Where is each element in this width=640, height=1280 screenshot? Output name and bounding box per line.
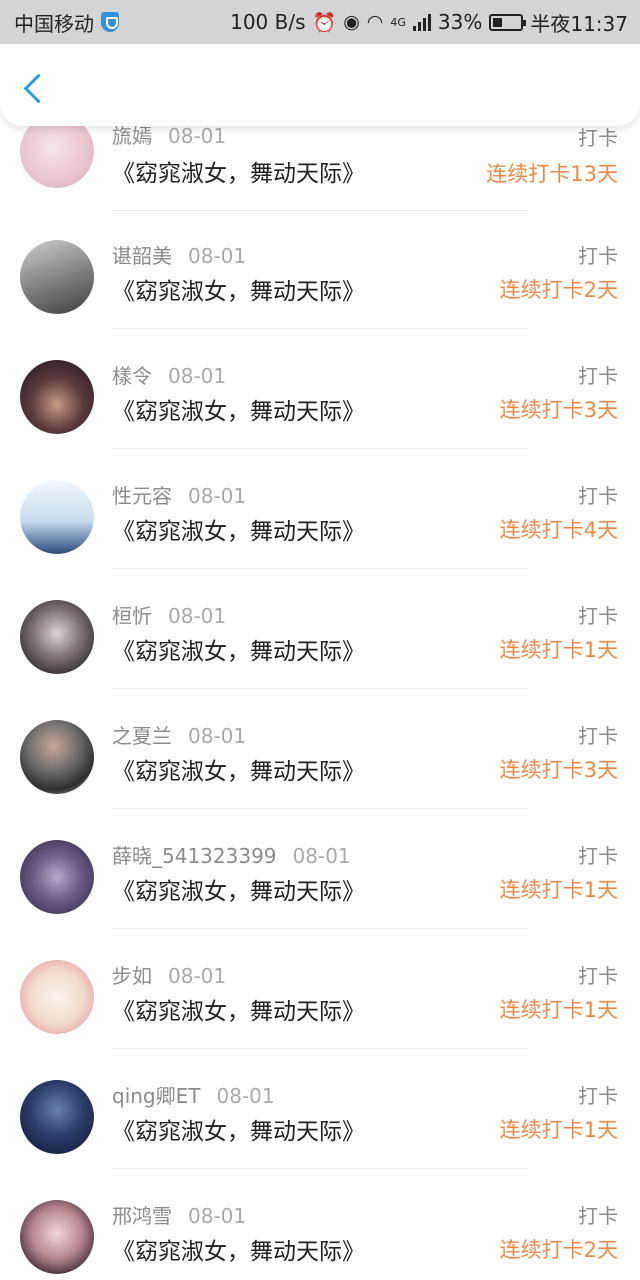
entry-date: 08-01 [188, 244, 247, 268]
avatar[interactable] [20, 600, 94, 674]
user-name: 步如 [112, 964, 152, 988]
network-speed: 100 B/s [230, 10, 306, 34]
user-name: 桓忻 [112, 604, 152, 628]
divider [112, 688, 528, 689]
streak-count: 连续打卡1天 [499, 998, 618, 1022]
streak-count: 连续打卡2天 [499, 1238, 618, 1262]
avatar[interactable] [20, 840, 94, 914]
checkin-label: 打卡 [578, 1204, 618, 1228]
divider [112, 568, 528, 569]
streak-count: 连续打卡4天 [499, 518, 618, 542]
signal-icon [412, 13, 431, 31]
network-type: 4G [390, 15, 406, 29]
entry-title: 《窈窕淑女，舞动天际》 [112, 399, 365, 425]
entry-date: 08-01 [188, 724, 247, 748]
entry-date: 08-01 [188, 484, 247, 508]
avatar[interactable] [20, 960, 94, 1034]
eye-icon: ◉ [343, 11, 360, 33]
list-item[interactable]: 之夏兰 08-01 《窈窕淑女，舞动天际》 打卡 连续打卡3天 [0, 720, 640, 840]
entry-title: 《窈窕淑女，舞动天际》 [112, 1239, 365, 1265]
checkin-list: 旒嫣 08-01 《窈窕淑女，舞动天际》 打卡 连续打卡13天 谌韶美 08-01 … [0, 0, 640, 1280]
avatar[interactable] [20, 1200, 94, 1274]
list-item[interactable]: qing卿ET 08-01 《窈窕淑女，舞动天际》 打卡 连续打卡1天 [0, 1080, 640, 1200]
user-name: qing卿ET [112, 1084, 201, 1108]
streak-count: 连续打卡3天 [499, 758, 618, 782]
user-name: 薛晓_541323399 [112, 844, 277, 868]
list-item[interactable]: 旒嫣 08-01 《窈窕淑女，舞动天际》 打卡 连续打卡13天 [0, 114, 640, 250]
entry-date: 08-01 [188, 1204, 247, 1228]
user-name: 谌韶美 [112, 244, 172, 268]
divider [112, 1168, 528, 1169]
avatar[interactable] [20, 360, 94, 434]
entry-title: 《窈窕淑女，舞动天际》 [112, 999, 365, 1025]
status-bar: 中国移动 100 B/s ⏰ ◉ ◠ 4G 33% 半夜11:37 [0, 0, 640, 44]
wifi-icon: ◠ [366, 11, 384, 33]
battery-percent: 33% [437, 10, 483, 34]
entry-date: 08-01 [168, 604, 227, 628]
checkin-label: 打卡 [578, 244, 618, 268]
list-item[interactable]: 薛晓_541323399 08-01 《窈窕淑女，舞动天际》 打卡 连续打卡1天 [0, 840, 640, 960]
user-name: 邢鸿雪 [112, 1204, 172, 1228]
entry-date: 08-01 [168, 364, 227, 388]
streak-count: 连续打卡3天 [499, 398, 618, 422]
divider [112, 808, 528, 809]
divider [112, 448, 528, 449]
user-name: 之夏兰 [112, 724, 172, 748]
streak-count: 连续打卡1天 [499, 638, 618, 662]
user-name: 性元容 [112, 484, 172, 508]
checkin-label: 打卡 [578, 844, 618, 868]
entry-title: 《窈窕淑女，舞动天际》 [112, 639, 365, 665]
checkin-label: 打卡 [578, 1084, 618, 1108]
user-name: 旒嫣 [112, 124, 152, 148]
entry-date: 08-01 [168, 124, 227, 148]
list-item[interactable]: 邢鸿雪 08-01 《窈窕淑女，舞动天际》 打卡 连续打卡2天 [0, 1200, 640, 1280]
checkin-label: 打卡 [578, 724, 618, 748]
divider [112, 328, 528, 329]
avatar[interactable] [20, 720, 94, 794]
divider [112, 1048, 528, 1049]
entry-title: 《窈窕淑女，舞动天际》 [112, 1119, 365, 1145]
avatar[interactable] [20, 480, 94, 554]
streak-count: 连续打卡1天 [499, 1118, 618, 1142]
entry-date: 08-01 [216, 1084, 275, 1108]
list-item[interactable]: 谌韶美 08-01 《窈窕淑女，舞动天际》 打卡 连续打卡2天 [0, 240, 640, 360]
streak-count: 连续打卡1天 [499, 878, 618, 902]
list-item[interactable]: 樣令 08-01 《窈窕淑女，舞动天际》 打卡 连续打卡3天 [0, 360, 640, 480]
chevron-left-icon[interactable] [20, 70, 50, 110]
avatar[interactable] [20, 240, 94, 314]
divider [112, 210, 528, 211]
checkin-label: 打卡 [578, 484, 618, 508]
clock: 半夜11:37 [530, 11, 628, 36]
alarm-icon: ⏰ [312, 11, 337, 34]
list-item[interactable]: 桓忻 08-01 《窈窕淑女，舞动天际》 打卡 连续打卡1天 [0, 600, 640, 720]
divider [112, 928, 528, 929]
entry-title: 《窈窕淑女，舞动天际》 [112, 279, 365, 305]
checkin-label: 打卡 [578, 964, 618, 988]
avatar[interactable] [20, 1080, 94, 1154]
entry-date: 08-01 [168, 964, 227, 988]
battery-icon [489, 13, 527, 31]
entry-title: 《窈窕淑女，舞动天际》 [112, 161, 365, 187]
streak-count: 连续打卡13天 [486, 162, 618, 186]
checkin-label: 打卡 [578, 604, 618, 628]
streak-count: 连续打卡2天 [499, 278, 618, 302]
shield-icon [101, 12, 119, 32]
list-item[interactable]: 性元容 08-01 《窈窕淑女，舞动天际》 打卡 连续打卡4天 [0, 480, 640, 600]
entry-date: 08-01 [292, 844, 351, 868]
carrier-label: 中国移动 [14, 11, 94, 36]
entry-title: 《窈窕淑女，舞动天际》 [112, 759, 365, 785]
user-name: 樣令 [112, 364, 152, 388]
entry-title: 《窈窕淑女，舞动天际》 [112, 519, 365, 545]
top-nav-bar [0, 44, 640, 126]
checkin-label: 打卡 [578, 364, 618, 388]
list-item[interactable]: 步如 08-01 《窈窕淑女，舞动天际》 打卡 连续打卡1天 [0, 960, 640, 1080]
checkin-label: 打卡 [578, 126, 618, 150]
entry-title: 《窈窕淑女，舞动天际》 [112, 879, 365, 905]
